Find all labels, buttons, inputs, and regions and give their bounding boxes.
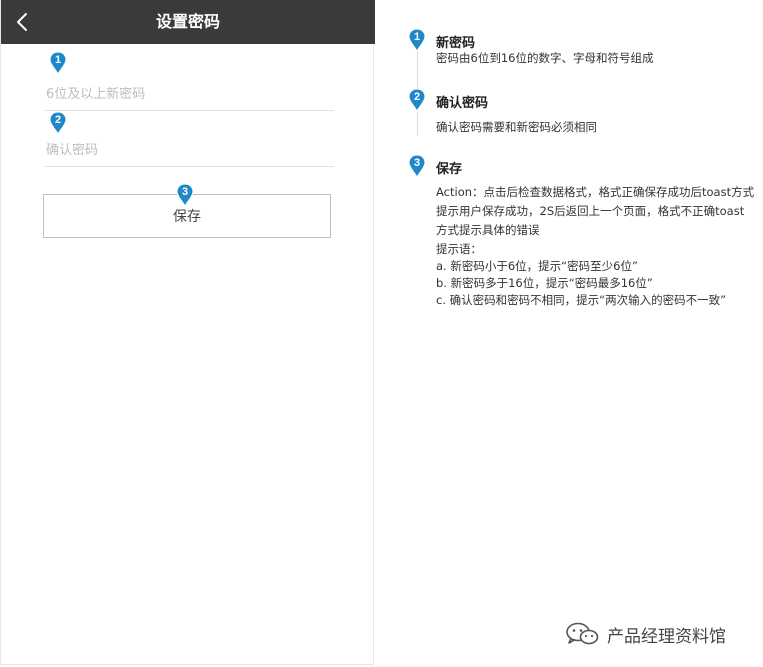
note-text-new-password: 密码由6位到16位的数字、字母和符号组成 xyxy=(436,51,654,65)
back-button[interactable] xyxy=(9,8,37,36)
wechat-icon xyxy=(566,622,599,645)
marker-number: 1 xyxy=(413,31,421,43)
note-marker-2: 2 xyxy=(408,88,426,112)
page-title: 设置密码 xyxy=(155,12,220,31)
note-line: b. 新密码多于16位，提示“密码最多16位” xyxy=(436,276,653,290)
note-line: 提示语： xyxy=(436,242,482,256)
note-marker-1: 1 xyxy=(408,28,426,52)
marker-number: 1 xyxy=(54,54,62,66)
marker-number: 2 xyxy=(54,114,62,126)
new-password-field xyxy=(44,56,334,111)
watermark: 产品经理资料馆 xyxy=(565,620,726,648)
note-line: c. 确认密码和密码不相同，提示“两次输入的密码不一致” xyxy=(436,293,727,307)
note-line: 提示用户保存成功，2S后返回上一个页面，格式不正确toast xyxy=(436,204,745,218)
note-title-save: 保存 xyxy=(436,162,463,177)
annotation-marker-3: 3 xyxy=(176,183,194,207)
note-block-save: Action：点击后检查数据格式，格式正确保存成功后toast方式 提示用户保存… xyxy=(436,183,762,309)
phone-screen: 设置密码 保存 xyxy=(0,0,375,665)
watermark-text: 产品经理资料馆 xyxy=(607,626,726,647)
note-marker-3: 3 xyxy=(408,154,426,178)
note-line: a. 新密码小于6位，提示“密码至少6位” xyxy=(436,259,638,273)
confirm-password-field xyxy=(44,112,334,167)
marker-number: 3 xyxy=(413,157,421,169)
note-text-confirm-password: 确认密码需要和新密码必须相同 xyxy=(436,120,597,134)
confirm-password-input[interactable] xyxy=(46,143,326,158)
note-line: Action：点击后检查数据格式，格式正确保存成功后toast方式 xyxy=(436,185,755,199)
marker-number: 2 xyxy=(413,91,421,103)
marker-number: 3 xyxy=(181,186,189,198)
annotation-marker-1: 1 xyxy=(49,51,67,75)
note-title-confirm-password: 确认密码 xyxy=(436,96,489,111)
navigation-bar: 设置密码 xyxy=(1,0,375,44)
chevron-left-icon xyxy=(17,13,27,31)
annotation-marker-2: 2 xyxy=(49,111,67,135)
note-line: 方式提示具体的错误 xyxy=(436,223,540,237)
new-password-input[interactable] xyxy=(46,87,326,102)
